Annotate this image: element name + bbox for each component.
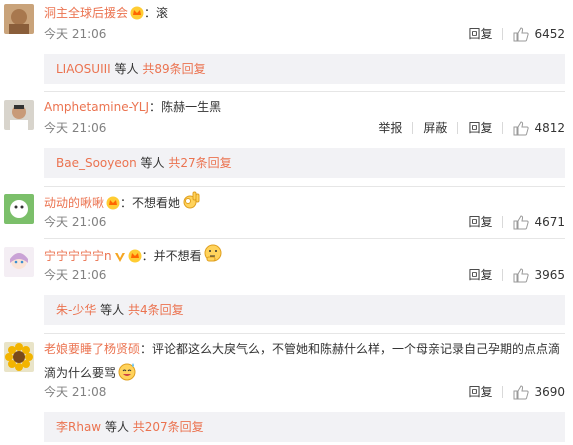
reply-button[interactable]: 回复 — [468, 264, 492, 286]
reply-users[interactable]: 朱-少华 — [56, 303, 96, 317]
reply-summary[interactable]: Bae_Sooyeon 等人 共27条回复 — [44, 148, 565, 178]
divider — [502, 28, 504, 40]
divider — [412, 122, 414, 134]
reply-mid: 等人 — [136, 156, 169, 170]
reply-count[interactable]: 共89条回复 — [142, 62, 205, 76]
like-count: 6452 — [534, 27, 565, 41]
like-button[interactable]: 3690 — [513, 381, 565, 403]
thumbs-up-icon — [513, 384, 530, 399]
reply-summary[interactable]: 朱-少华 等人 共4条回复 — [44, 295, 565, 325]
comment-username[interactable]: Amphetamine-YLJ — [44, 100, 149, 114]
divider — [44, 186, 565, 187]
divider — [44, 91, 565, 92]
comment-meta: 今天 21:08 回复 3690 — [44, 381, 565, 403]
like-button[interactable]: 4671 — [513, 211, 565, 233]
reply-count[interactable]: 共207条回复 — [133, 420, 204, 434]
like-count: 3690 — [534, 385, 565, 399]
reply-count[interactable]: 共4条回复 — [128, 303, 184, 317]
comment-text: 不想看她 — [132, 196, 181, 210]
reply-summary[interactable]: LIAOSUIII 等人 共89条回复 — [44, 54, 565, 84]
divider — [502, 122, 504, 134]
thumbs-up-icon — [513, 26, 530, 41]
comment-separator: ： — [141, 249, 154, 263]
report-button[interactable]: 举报 — [378, 117, 402, 139]
comment-text: 滚 — [156, 6, 169, 20]
thumbs-up-icon — [513, 120, 530, 135]
reply-mid: 等人 — [101, 420, 133, 434]
comment-meta: 今天 21:06 回复 6452 — [44, 23, 565, 45]
comment-text: 陈赫一生黑 — [161, 100, 222, 114]
like-count: 4671 — [534, 215, 565, 229]
comment-separator: ： — [144, 6, 157, 20]
avatar[interactable] — [4, 247, 34, 277]
thumbs-up-icon — [513, 214, 530, 229]
avatar[interactable] — [4, 342, 34, 372]
like-button[interactable]: 4812 — [513, 117, 565, 139]
comment-text: 并不想看 — [153, 249, 202, 263]
thumbs-up-icon — [513, 267, 530, 282]
divider — [457, 122, 459, 134]
comment-time: 今天 21:08 — [44, 385, 107, 399]
reply-mid: 等人 — [110, 62, 143, 76]
reply-mid: 等人 — [96, 303, 128, 317]
avatar[interactable] — [4, 194, 34, 224]
like-button[interactable]: 6452 — [513, 23, 565, 45]
reply-count[interactable]: 共27条回复 — [168, 156, 231, 170]
avatar[interactable] — [4, 100, 34, 130]
avatar[interactable] — [4, 4, 34, 34]
divider — [44, 333, 565, 334]
comment-time: 今天 21:06 — [44, 268, 107, 282]
comment-time: 今天 21:06 — [44, 27, 107, 41]
reply-summary[interactable]: 李Rhaw 等人 共207条回复 — [44, 412, 565, 442]
comment-separator: ： — [140, 342, 153, 356]
like-button[interactable]: 3965 — [513, 264, 565, 286]
comment-time: 今天 21:06 — [44, 215, 107, 229]
comment-time: 今天 21:06 — [44, 121, 107, 135]
comment-username[interactable]: 宁宁宁宁宁n — [44, 249, 112, 263]
like-count: 3965 — [534, 268, 565, 282]
divider — [502, 386, 504, 398]
divider — [44, 238, 565, 239]
reply-button[interactable]: 回复 — [468, 23, 492, 45]
comment-username[interactable]: 洞主全球后援会 — [44, 6, 128, 20]
divider — [502, 216, 504, 228]
reply-users[interactable]: Bae_Sooyeon — [56, 156, 137, 170]
comment-meta: 今天 21:06 举报 屏蔽 回复 4812 — [44, 117, 565, 139]
reply-button[interactable]: 回复 — [468, 381, 492, 403]
reply-users[interactable]: 李Rhaw — [56, 420, 101, 434]
comment-username[interactable]: 动动的啾啾 — [44, 196, 104, 210]
block-button[interactable]: 屏蔽 — [423, 117, 447, 139]
comment-separator: ： — [120, 196, 133, 210]
comment-username[interactable]: 老娘要睡了杨贤硕 — [44, 342, 140, 356]
divider — [502, 269, 504, 281]
comment-meta: 今天 21:06 回复 3965 — [44, 264, 565, 286]
reply-users[interactable]: LIAOSUIII — [56, 62, 111, 76]
like-count: 4812 — [534, 121, 565, 135]
reply-button[interactable]: 回复 — [468, 211, 492, 233]
comment-separator: ： — [149, 100, 162, 114]
reply-button[interactable]: 回复 — [468, 117, 492, 139]
comment-meta: 今天 21:06 回复 4671 — [44, 211, 565, 233]
